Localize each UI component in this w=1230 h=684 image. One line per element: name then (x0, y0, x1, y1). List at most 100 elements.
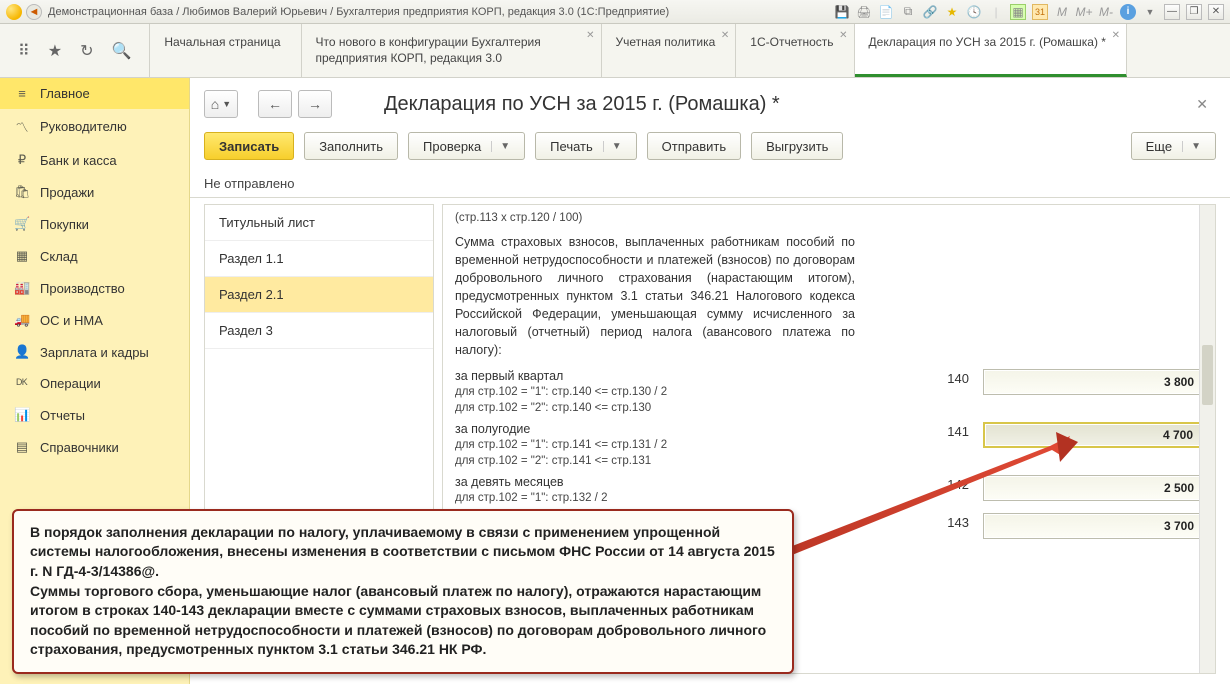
doc-title: Декларация по УСН за 2015 г. (Ромашка) * (384, 93, 780, 116)
chart-icon: 〽 (14, 117, 30, 136)
check-button[interactable]: Проверка▼ (408, 132, 525, 160)
chevron-down-icon: ▼ (1182, 141, 1201, 152)
dk-icon: ᴰᴷ (14, 376, 30, 391)
export-button[interactable]: Выгрузить (751, 132, 843, 160)
tabstrip-sysicons: ⠿ ★ ↻ 🔍 (0, 24, 150, 77)
close-icon[interactable]: ✕ (1112, 30, 1120, 41)
row-code: 143 (935, 513, 969, 530)
sidebar-item-label: Производство (40, 281, 125, 296)
link-icon[interactable]: 🔗 (922, 4, 938, 20)
save-icon[interactable]: 💾 (834, 4, 850, 20)
tab-home[interactable]: Начальная страница (150, 24, 301, 77)
person-icon: 👤 (14, 344, 30, 360)
sidebar-item-main[interactable]: ≡Главное (0, 78, 189, 109)
section-2-1[interactable]: Раздел 2.1 (205, 277, 433, 313)
sidebar-item-label: ОС и НМА (40, 313, 103, 328)
clipboard-icon[interactable]: ↻ (80, 41, 93, 61)
more-button[interactable]: Еще▼ (1131, 132, 1216, 160)
form-formula: (стр.113 x стр.120 / 100) (455, 211, 1203, 227)
calculator-icon[interactable]: ▦ (1010, 4, 1026, 20)
form-row-140: за первый квартал для стр.102 = "1": стр… (455, 369, 1203, 416)
sep-icon: | (988, 4, 1004, 20)
tab-policy[interactable]: Учетная политика✕ (602, 24, 737, 77)
row-formula: для стр.102 = "2": стр.140 <= стр.130 (455, 401, 815, 417)
field-143[interactable]: 3 700 (983, 513, 1203, 539)
close-icon[interactable]: ✕ (721, 30, 729, 41)
doc-header: ⌂ ▼ ← → Декларация по УСН за 2015 г. (Ро… (190, 78, 1230, 126)
factory-icon: 🏭 (14, 280, 30, 296)
scrollbar[interactable] (1199, 205, 1215, 673)
window-title: Демонстрационная база / Любимов Валерий … (48, 6, 834, 18)
apps-icon[interactable]: ⠿ (18, 41, 30, 61)
section-title[interactable]: Титульный лист (205, 205, 433, 241)
sidebar-item-bank[interactable]: ₽ Банк и касса (0, 144, 189, 176)
sidebar-item-refs[interactable]: ▤ Справочники (0, 431, 189, 463)
search-icon[interactable]: 🔍 (111, 41, 131, 61)
app-icon (6, 4, 22, 20)
print-icon[interactable]: 🖨 (856, 4, 872, 20)
section-3[interactable]: Раздел 3 (205, 313, 433, 349)
history-icon[interactable]: 🕓 (966, 4, 982, 20)
sidebar-item-assets[interactable]: 🚚ОС и НМА (0, 304, 189, 336)
chevron-down-icon: ▼ (491, 141, 510, 152)
section-1-1[interactable]: Раздел 1.1 (205, 241, 433, 277)
row-formula: для стр.102 = "2": стр.141 <= стр.131 (455, 454, 815, 470)
menu-icon: ≡ (14, 86, 30, 101)
home-button[interactable]: ⌂ ▼ (204, 90, 238, 118)
sidebar-item-warehouse[interactable]: ▦ Склад (0, 240, 189, 272)
nav-back-button[interactable]: ← (258, 90, 292, 118)
sidebar-item-label: Банк и касса (40, 153, 117, 168)
sidebar-item-payroll[interactable]: 👤Зарплата и кадры (0, 336, 189, 368)
close-icon[interactable]: ✕ (586, 30, 594, 41)
back-round-icon[interactable]: ◄ (26, 4, 42, 20)
sidebar-item-label: Отчеты (40, 408, 85, 423)
sidebar-item-label: Склад (40, 249, 78, 264)
form-paragraph: Сумма страховых взносов, выплаченных раб… (455, 233, 855, 360)
window-minimize[interactable]: — (1164, 4, 1180, 20)
window-restore[interactable]: ❐ (1186, 4, 1202, 20)
fill-button[interactable]: Заполнить (304, 132, 398, 160)
sidebar-item-production[interactable]: 🏭 Производство (0, 272, 189, 304)
send-button[interactable]: Отправить (647, 132, 741, 160)
sidebar-item-sales[interactable]: 🛍Продажи (0, 176, 189, 208)
tab-reporting[interactable]: 1С-Отчетность✕ (736, 24, 854, 77)
info-icon[interactable]: i (1120, 4, 1136, 20)
write-button[interactable]: Записать (204, 132, 294, 160)
doc-icon[interactable]: 📄 (878, 4, 894, 20)
m-icon[interactable]: M (1054, 4, 1070, 20)
sidebar-item-manager[interactable]: 〽Руководителю (0, 109, 189, 144)
sidebar-item-operations[interactable]: ᴰᴷОперации (0, 368, 189, 399)
tabstrip: ⠿ ★ ↻ 🔍 Начальная страница Что нового в … (0, 24, 1230, 78)
list-icon: ▤ (14, 439, 30, 455)
doc-close-button[interactable]: ✕ (1188, 92, 1216, 117)
print-button[interactable]: Печать▼ (535, 132, 637, 160)
field-142[interactable]: 2 500 (983, 475, 1203, 501)
titlebar-toolbar: 💾 🖨 📄 ⧉ 🔗 ★ 🕓 | ▦ 31 M M+ M- i ▼ — ❐ ✕ (834, 4, 1224, 20)
compare-icon[interactable]: ⧉ (900, 4, 916, 20)
dd-icon[interactable]: ▼ (1142, 4, 1158, 20)
mminus-icon[interactable]: M- (1098, 4, 1114, 20)
field-141[interactable]: 4 700 (983, 422, 1203, 448)
boxes-icon: ▦ (14, 248, 30, 264)
row-heading: за девять месяцев (455, 475, 815, 489)
tab-declaration[interactable]: Декларация по УСН за 2015 г. (Ромашка) *… (855, 24, 1127, 77)
sidebar-item-label: Справочники (40, 440, 119, 455)
bars-icon: 📊 (14, 407, 30, 423)
star-icon[interactable]: ★ (944, 4, 960, 20)
row-heading: за полугодие (455, 422, 815, 436)
row-code: 140 (935, 369, 969, 386)
window-titlebar: ◄ Демонстрационная база / Любимов Валери… (0, 0, 1230, 24)
window-close[interactable]: ✕ (1208, 4, 1224, 20)
tab-whatsnew[interactable]: Что нового в конфигурации Бухгалтерия пр… (302, 24, 602, 77)
nav-fwd-button[interactable]: → (298, 90, 332, 118)
sidebar-item-reports[interactable]: 📊 Отчеты (0, 399, 189, 431)
field-140[interactable]: 3 800 (983, 369, 1203, 395)
cart-icon: 🛒 (14, 216, 30, 232)
mplus-icon[interactable]: M+ (1076, 4, 1092, 20)
ruble-icon: ₽ (14, 152, 30, 168)
calendar-icon[interactable]: 31 (1032, 4, 1048, 20)
row-heading: за первый квартал (455, 369, 815, 383)
close-icon[interactable]: ✕ (839, 30, 847, 41)
sidebar-item-purchases[interactable]: 🛒Покупки (0, 208, 189, 240)
favorite-icon[interactable]: ★ (48, 41, 62, 61)
